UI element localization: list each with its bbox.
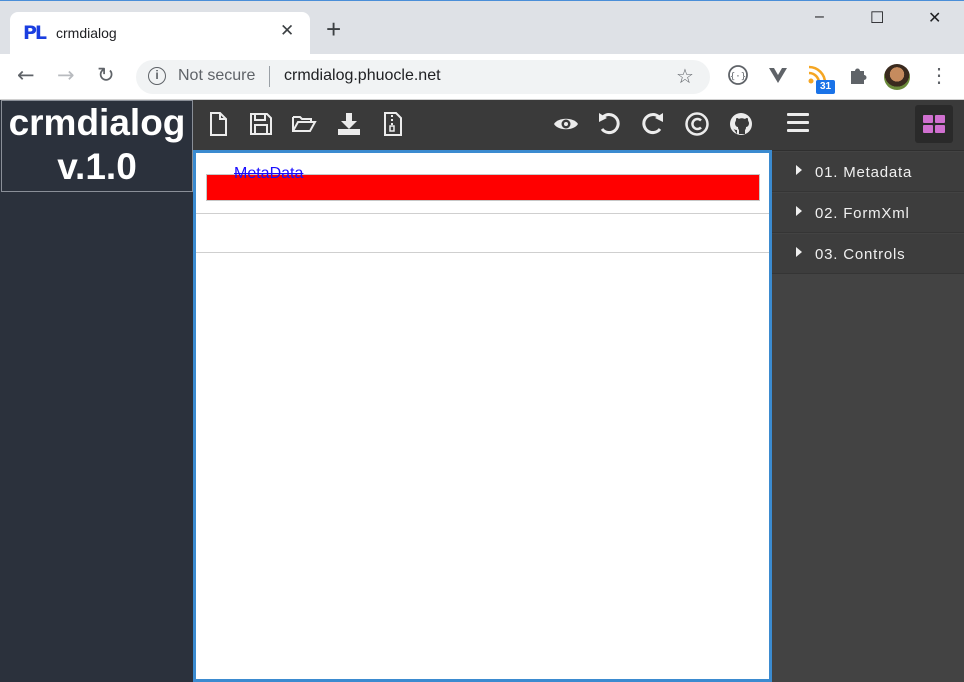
- preview-eye-icon[interactable]: [553, 111, 579, 137]
- browser-menu-icon[interactable]: ⋮: [929, 63, 949, 88]
- grid-layout-icon[interactable]: [915, 105, 953, 143]
- save-icon[interactable]: [248, 111, 274, 137]
- github-icon[interactable]: [728, 111, 754, 137]
- browser-tab[interactable]: PL crmdialog ✕: [10, 12, 310, 55]
- logo-title: crmdialog: [8, 102, 186, 143]
- extensions-puzzle-icon[interactable]: [847, 64, 869, 91]
- download-icon[interactable]: [336, 111, 362, 137]
- tab-close-icon[interactable]: ✕: [280, 21, 294, 41]
- minimize-button[interactable]: –: [815, 8, 824, 26]
- reload-button[interactable]: ↻: [97, 63, 115, 87]
- redo-icon[interactable]: [640, 111, 666, 137]
- logo-version: v.1.0: [57, 146, 137, 187]
- info-icon[interactable]: i: [148, 67, 166, 85]
- nav-item-label: 03. Controls: [815, 246, 906, 263]
- extension-code-icon[interactable]: {·}: [727, 64, 749, 91]
- form-row: MetaData: [196, 153, 769, 214]
- caret-right-icon: [796, 247, 802, 257]
- svg-text:{·}: {·}: [730, 72, 746, 82]
- security-status: Not secure: [178, 67, 256, 84]
- hamburger-menu-icon[interactable]: [787, 113, 809, 137]
- panel-header: [772, 100, 964, 151]
- editor-toolbar: [193, 100, 772, 151]
- app-root: crmdialog v.1.0 MetaData 01. Metadata 02…: [0, 100, 964, 682]
- app-logo: crmdialog v.1.0: [1, 100, 193, 192]
- metadata-label[interactable]: MetaData: [234, 165, 303, 183]
- right-panel: 01. Metadata 02. FormXml 03. Controls: [772, 100, 964, 682]
- nav-item-metadata[interactable]: 01. Metadata: [772, 152, 964, 192]
- url-text[interactable]: crmdialog.phuocle.net: [284, 67, 441, 85]
- extension-vue-icon[interactable]: [767, 64, 789, 91]
- nav-item-label: 01. Metadata: [815, 164, 913, 181]
- new-file-icon[interactable]: [205, 111, 231, 137]
- open-folder-icon[interactable]: [291, 111, 317, 137]
- editor-canvas[interactable]: MetaData: [193, 150, 772, 682]
- favicon-icon: PL: [23, 22, 47, 44]
- nav-item-formxml[interactable]: 02. FormXml: [772, 193, 964, 233]
- browser-tab-strip: PL crmdialog ✕ + – ☐ ✕: [0, 0, 964, 55]
- omnibox-divider: [269, 66, 270, 87]
- tab-title: crmdialog: [56, 25, 117, 41]
- new-tab-button[interactable]: +: [326, 16, 341, 42]
- copyright-icon[interactable]: [684, 111, 710, 137]
- caret-right-icon: [796, 206, 802, 216]
- profile-avatar[interactable]: [884, 64, 910, 90]
- bookmark-star-icon[interactable]: ☆: [676, 64, 694, 89]
- maximize-button[interactable]: ☐: [870, 8, 884, 28]
- calendar-badge: 31: [816, 80, 835, 94]
- zip-file-icon[interactable]: [380, 111, 406, 137]
- nav-item-controls[interactable]: 03. Controls: [772, 234, 964, 274]
- undo-icon[interactable]: [596, 111, 622, 137]
- close-window-button[interactable]: ✕: [928, 8, 941, 28]
- caret-right-icon: [796, 165, 802, 175]
- forward-button[interactable]: →: [57, 63, 75, 87]
- form-row: [196, 214, 769, 253]
- back-button[interactable]: ←: [17, 63, 35, 87]
- nav-item-label: 02. FormXml: [815, 205, 910, 222]
- omnibox[interactable]: i Not secure crmdialog.phuocle.net ☆: [136, 60, 710, 94]
